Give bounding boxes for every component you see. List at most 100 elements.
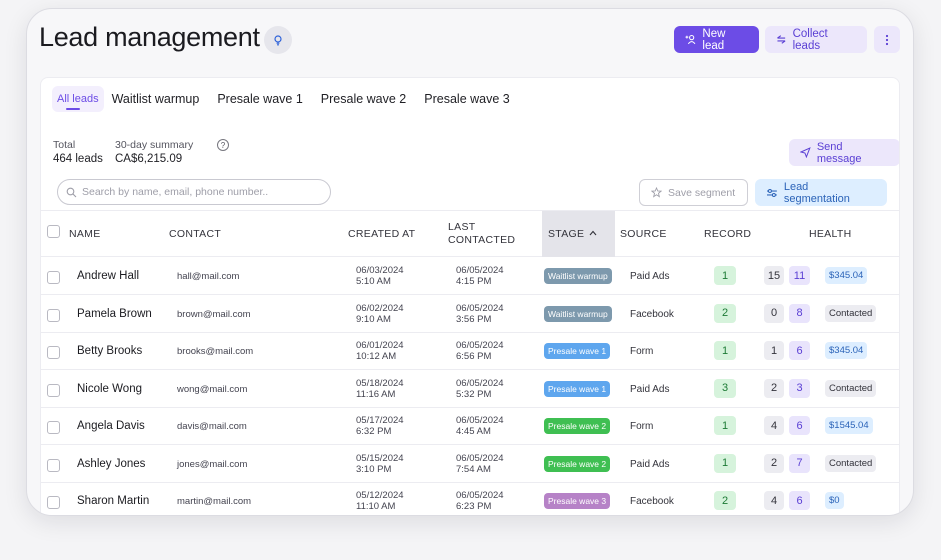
health-count-neutral: 4 — [764, 416, 784, 435]
table-row[interactable]: Pamela Brown brown@mail.com 06/02/2024 9:10… — [41, 296, 899, 333]
health-count-neutral: 1 — [764, 341, 784, 360]
source-label: Facebook — [630, 308, 674, 320]
last-contacted-time: 6:23 PM — [456, 501, 492, 512]
source-label: Form — [630, 421, 654, 432]
health-count-accent: 6 — [789, 491, 810, 510]
table-row[interactable]: Nicole Wong wong@mail.com 05/18/2024 11:16 … — [41, 371, 899, 408]
last-contacted-date: 06/05/2024 — [456, 415, 504, 426]
lead-name[interactable]: Sharon Martin — [77, 495, 149, 507]
last-contacted-date: 06/05/2024 — [456, 340, 504, 351]
lightbulb-button[interactable] — [264, 26, 292, 54]
lead-email[interactable]: martin@mail.com — [177, 496, 251, 507]
star-icon — [651, 187, 662, 198]
created-time: 3:10 PM — [356, 463, 392, 475]
search-input[interactable] — [82, 186, 322, 198]
lead-email[interactable]: hall@mail.com — [177, 271, 239, 282]
created-time: 11:10 AM — [356, 501, 396, 512]
stage-badge: Presale wave 1 — [544, 343, 611, 359]
source-label: Paid Ads — [630, 383, 670, 395]
more-options-button[interactable] — [874, 26, 900, 53]
lead-segmentation-label: Lead segmentation — [783, 180, 850, 205]
health-count-accent: 7 — [789, 453, 810, 473]
last-contacted-time: 7:54 AM — [456, 463, 491, 475]
lead-email[interactable]: jones@mail.com — [177, 459, 247, 470]
table-row[interactable]: Ashley Jones jones@mail.com 05/15/2024 3:10… — [41, 446, 899, 483]
send-icon — [800, 147, 811, 158]
lead-email[interactable]: wong@mail.com — [177, 384, 247, 395]
lead-name[interactable]: Angela Davis — [77, 420, 145, 432]
health-count-accent: 8 — [789, 303, 810, 323]
col-stage[interactable]: STAGE — [548, 228, 584, 240]
last-contacted-date: 06/05/2024 — [456, 377, 504, 389]
health-count-neutral: 2 — [764, 378, 784, 398]
row-checkbox[interactable] — [47, 496, 60, 509]
lead-email[interactable]: davis@mail.com — [177, 421, 247, 432]
source-label: Paid Ads — [630, 271, 670, 282]
table-row[interactable]: Sharon Martin martin@mail.com 05/12/2024 11… — [41, 483, 899, 515]
tab-presale-wave-2[interactable]: Presale wave 2 — [321, 86, 406, 112]
select-all-checkbox[interactable] — [47, 225, 60, 238]
more-vertical-icon — [885, 34, 889, 45]
last-contacted-date: 06/05/2024 — [456, 490, 504, 501]
search-bar[interactable] — [57, 179, 331, 205]
lead-name[interactable]: Nicole Wong — [77, 383, 142, 395]
tab-all-leads[interactable]: All leads — [52, 86, 104, 112]
source-label: Paid Ads — [630, 458, 670, 470]
total-label: Total — [53, 139, 76, 151]
row-checkbox[interactable] — [47, 383, 60, 397]
stage-badge: Presale wave 2 — [544, 418, 611, 434]
row-checkbox[interactable] — [47, 271, 60, 284]
leads-card: All leads Waitlist warmup Presale wave 1… — [40, 77, 900, 515]
health-count-accent: 3 — [789, 378, 810, 398]
record-badge: 3 — [714, 378, 736, 398]
last-contacted-time: 4:45 AM — [456, 426, 491, 437]
lead-name[interactable]: Ashley Jones — [77, 458, 145, 470]
col-source[interactable]: SOURCE — [620, 228, 667, 240]
save-segment-button[interactable]: Save segment — [639, 179, 748, 206]
table-header: NAME CONTACT CREATED AT LAST CONTACTED S… — [41, 210, 899, 257]
new-lead-button[interactable]: New lead — [674, 26, 759, 53]
tab-presale-wave-1[interactable]: Presale wave 1 — [217, 86, 302, 112]
table-row[interactable]: Andrew Hall hall@mail.com 06/03/2024 5:10 A… — [41, 258, 899, 295]
col-last-label[interactable]: LAST — [448, 221, 475, 233]
info-icon[interactable]: ? — [217, 139, 229, 151]
table-row[interactable]: Betty Brooks brooks@mail.com 06/01/2024 10:… — [41, 333, 899, 370]
stage-badge: Presale wave 2 — [544, 455, 611, 472]
lightbulb-icon — [274, 35, 282, 46]
lead-email[interactable]: brooks@mail.com — [177, 346, 253, 357]
lead-name[interactable]: Betty Brooks — [77, 345, 142, 357]
col-health[interactable]: HEALTH — [809, 228, 851, 240]
collect-leads-button[interactable]: Collect leads — [765, 26, 867, 53]
col-contacted-label[interactable]: CONTACTED — [448, 234, 515, 246]
tab-presale-wave-3[interactable]: Presale wave 3 — [424, 86, 509, 112]
row-checkbox[interactable] — [47, 308, 60, 322]
created-time: 10:12 AM — [356, 351, 397, 362]
row-checkbox[interactable] — [47, 458, 60, 472]
tab-bar: All leads Waitlist warmup Presale wave 1… — [52, 86, 528, 112]
lead-segmentation-button[interactable]: Lead segmentation — [755, 179, 887, 206]
col-created-at[interactable]: CREATED AT — [348, 228, 415, 240]
row-checkbox[interactable] — [47, 421, 60, 434]
last-contacted-date: 06/05/2024 — [456, 452, 504, 464]
col-record[interactable]: RECORD — [704, 228, 751, 240]
stage-badge: Presale wave 3 — [544, 493, 611, 509]
lead-name[interactable]: Andrew Hall — [77, 270, 139, 282]
row-checkbox[interactable] — [47, 346, 60, 359]
health-count-accent: 6 — [789, 341, 810, 360]
health-badge: $345.04 — [825, 342, 868, 359]
col-contact[interactable]: CONTACT — [169, 228, 221, 240]
add-user-icon — [685, 34, 696, 45]
col-name[interactable]: NAME — [69, 228, 101, 240]
tab-waitlist-warmup[interactable]: Waitlist warmup — [112, 86, 200, 112]
total-value: 464 leads — [53, 153, 103, 165]
search-icon — [66, 187, 77, 197]
send-message-button[interactable]: Send message — [789, 139, 899, 166]
record-badge: 1 — [714, 453, 736, 473]
created-date: 06/01/2024 — [356, 340, 404, 351]
lead-email[interactable]: brown@mail.com — [177, 309, 251, 320]
created-date: 05/15/2024 — [356, 452, 404, 464]
health-count-accent: 6 — [789, 416, 810, 435]
table-row[interactable]: Angela Davis davis@mail.com 05/17/2024 6:32… — [41, 408, 899, 445]
chevron-up-icon — [589, 230, 597, 236]
lead-name[interactable]: Pamela Brown — [77, 308, 152, 320]
